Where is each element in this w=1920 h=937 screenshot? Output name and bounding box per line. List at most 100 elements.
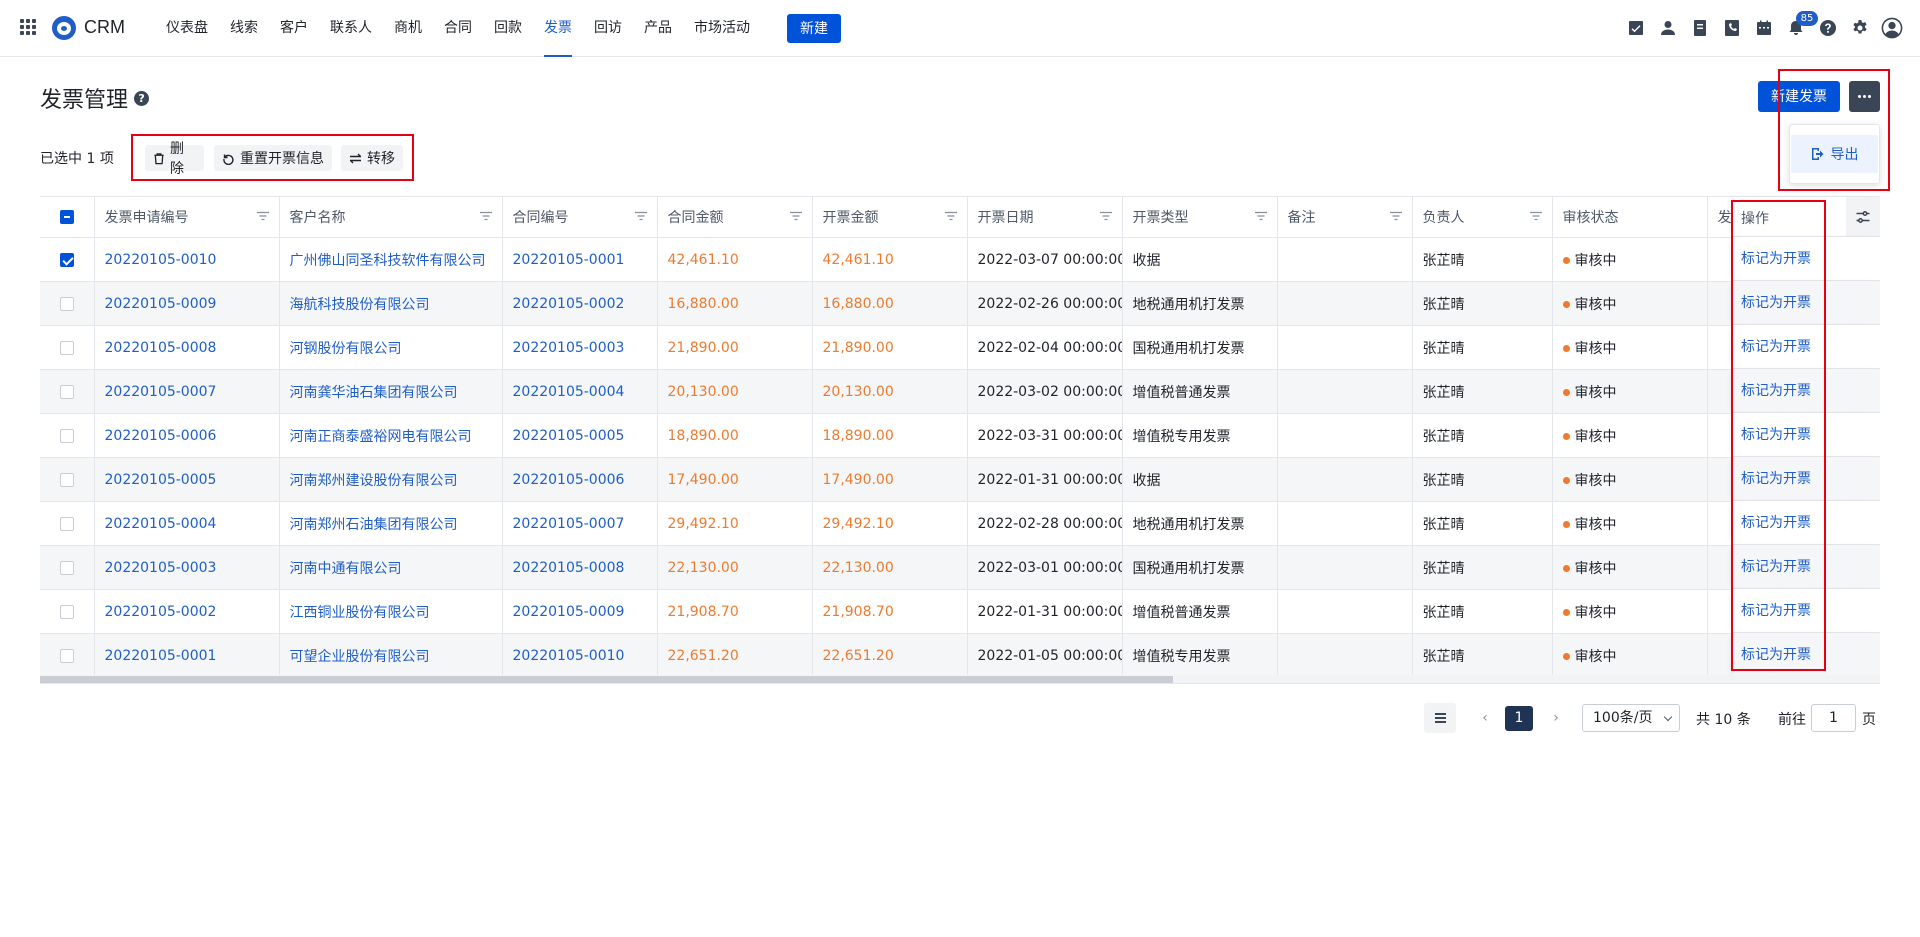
- column-header-invoice-type[interactable]: 开票类型: [1122, 196, 1278, 238]
- filter-icon[interactable]: [1099, 209, 1112, 225]
- bell-icon[interactable]: 85: [1780, 11, 1818, 42]
- invoice-id-link[interactable]: 20220105-0004: [94, 501, 280, 546]
- mark-invoiced-link[interactable]: 标记为开票: [1733, 633, 1880, 677]
- row-checkbox[interactable]: [59, 472, 74, 487]
- contract-link[interactable]: 20220105-0001: [502, 237, 658, 282]
- delete-button[interactable]: 删除: [145, 141, 204, 177]
- row-checkbox[interactable]: [59, 648, 74, 663]
- column-header-customer-name[interactable]: 客户名称: [279, 196, 503, 238]
- table-row[interactable]: 20220105-0007 河南龚华油石集团有限公司 20220105-0004 20…: [40, 369, 1880, 414]
- more-actions-button[interactable]: [1849, 81, 1880, 112]
- row-checkbox-cell[interactable]: [40, 237, 95, 282]
- column-header-review-status[interactable]: 审核状态: [1552, 196, 1708, 238]
- row-checkbox-cell[interactable]: [40, 589, 95, 634]
- prev-page-button[interactable]: ‹: [1475, 708, 1495, 728]
- row-checkbox-cell[interactable]: [40, 281, 95, 326]
- nav-item-3[interactable]: 联系人: [319, 0, 383, 57]
- contract-link[interactable]: 20220105-0007: [502, 501, 658, 546]
- customer-link[interactable]: 河钢股份有限公司: [279, 325, 503, 370]
- page-size-select[interactable]: 100条/页: [1582, 704, 1680, 732]
- row-checkbox-cell[interactable]: [40, 413, 95, 458]
- reset-invoice-info-button[interactable]: 重置开票信息: [214, 145, 332, 171]
- column-header-contract-amount[interactable]: 合同金额: [657, 196, 813, 238]
- create-invoice-button[interactable]: 新建发票: [1758, 81, 1840, 112]
- column-settings-button[interactable]: [1846, 197, 1880, 236]
- nav-item-5[interactable]: 合同: [433, 0, 483, 57]
- question-icon[interactable]: ?: [134, 90, 150, 106]
- customer-link[interactable]: 河南中通有限公司: [279, 545, 503, 590]
- horizontal-scrollbar-thumb[interactable]: [40, 676, 1173, 683]
- apps-grid-icon[interactable]: [20, 19, 36, 35]
- contract-link[interactable]: 20220105-0010: [502, 633, 658, 678]
- mark-invoiced-link[interactable]: 标记为开票: [1733, 501, 1880, 545]
- invoice-id-link[interactable]: 20220105-0001: [94, 633, 280, 678]
- nav-item-9[interactable]: 产品: [633, 0, 683, 57]
- customer-link[interactable]: 河南郑州石油集团有限公司: [279, 501, 503, 546]
- task-icon[interactable]: [1620, 14, 1652, 42]
- export-menu-item[interactable]: 导出: [1791, 135, 1878, 173]
- row-checkbox[interactable]: [59, 604, 74, 619]
- invoice-id-link[interactable]: 20220105-0009: [94, 281, 280, 326]
- mark-invoiced-link[interactable]: 标记为开票: [1733, 589, 1880, 633]
- table-row[interactable]: 20220105-0010 广州佛山同圣科技软件有限公司 20220105-0001…: [40, 237, 1880, 282]
- new-button[interactable]: 新建: [787, 14, 841, 43]
- filter-icon[interactable]: [944, 209, 957, 225]
- nav-item-4[interactable]: 商机: [383, 0, 433, 57]
- invoice-id-link[interactable]: 20220105-0005: [94, 457, 280, 502]
- mark-invoiced-link[interactable]: 标记为开票: [1733, 281, 1880, 325]
- mark-invoiced-link[interactable]: 标记为开票: [1733, 237, 1880, 281]
- help-icon[interactable]: [1812, 14, 1844, 42]
- invoice-id-link[interactable]: 20220105-0006: [94, 413, 280, 458]
- nav-item-7[interactable]: 发票: [533, 0, 583, 57]
- row-checkbox-cell[interactable]: [40, 325, 95, 370]
- current-page[interactable]: 1: [1505, 706, 1533, 731]
- filter-icon[interactable]: [634, 209, 647, 225]
- table-row[interactable]: 20220105-0002 江西铜业股份有限公司 20220105-0009 21,9…: [40, 589, 1880, 634]
- user-avatar-icon[interactable]: [1876, 14, 1908, 42]
- row-checkbox-cell[interactable]: [40, 501, 95, 546]
- table-row[interactable]: 20220105-0004 河南郑州石油集团有限公司 20220105-0007 29…: [40, 501, 1880, 546]
- contract-link[interactable]: 20220105-0005: [502, 413, 658, 458]
- contract-link[interactable]: 20220105-0002: [502, 281, 658, 326]
- next-page-button[interactable]: ›: [1546, 708, 1566, 728]
- customer-link[interactable]: 广州佛山同圣科技软件有限公司: [279, 237, 503, 282]
- gear-icon[interactable]: [1844, 14, 1876, 42]
- column-header-invoice-amount[interactable]: 开票金额: [812, 196, 968, 238]
- nav-item-8[interactable]: 回访: [583, 0, 633, 57]
- nav-item-10[interactable]: 市场活动: [683, 0, 761, 57]
- customer-link[interactable]: 海航科技股份有限公司: [279, 281, 503, 326]
- row-checkbox-cell[interactable]: [40, 457, 95, 502]
- select-all-checkbox[interactable]: [59, 210, 74, 224]
- column-header-contract-id[interactable]: 合同编号: [502, 196, 658, 238]
- customer-link[interactable]: 河南龚华油石集团有限公司: [279, 369, 503, 414]
- mark-invoiced-link[interactable]: 标记为开票: [1733, 545, 1880, 589]
- row-checkbox-cell[interactable]: [40, 545, 95, 590]
- nav-item-6[interactable]: 回款: [483, 0, 533, 57]
- column-header-invoice-date[interactable]: 开票日期: [967, 196, 1123, 238]
- row-checkbox[interactable]: [59, 428, 74, 443]
- customer-link[interactable]: 可望企业股份有限公司: [279, 633, 503, 678]
- contract-link[interactable]: 20220105-0009: [502, 589, 658, 634]
- mark-invoiced-link[interactable]: 标记为开票: [1733, 325, 1880, 369]
- customer-link[interactable]: 河南郑州建设股份有限公司: [279, 457, 503, 502]
- mark-invoiced-link[interactable]: 标记为开票: [1733, 369, 1880, 413]
- filter-icon[interactable]: [479, 209, 492, 225]
- row-checkbox[interactable]: [59, 296, 74, 311]
- nav-item-1[interactable]: 线索: [219, 0, 269, 57]
- filter-icon[interactable]: [256, 209, 269, 225]
- nav-item-0[interactable]: 仪表盘: [155, 0, 219, 57]
- invoice-id-link[interactable]: 20220105-0010: [94, 237, 280, 282]
- contract-link[interactable]: 20220105-0003: [502, 325, 658, 370]
- mark-invoiced-link[interactable]: 标记为开票: [1733, 413, 1880, 457]
- table-row[interactable]: 20220105-0005 河南郑州建设股份有限公司 20220105-0006 17…: [40, 457, 1880, 502]
- contract-link[interactable]: 20220105-0004: [502, 369, 658, 414]
- customer-link[interactable]: 河南正商泰盛裕网电有限公司: [279, 413, 503, 458]
- row-checkbox-cell[interactable]: [40, 369, 95, 414]
- column-header-note[interactable]: 备注: [1277, 196, 1413, 238]
- column-header-invoice-id[interactable]: 发票申请编号: [94, 196, 280, 238]
- contract-link[interactable]: 20220105-0008: [502, 545, 658, 590]
- filter-icon[interactable]: [1254, 209, 1267, 225]
- row-checkbox[interactable]: [59, 560, 74, 575]
- pagination-list-icon[interactable]: [1424, 703, 1456, 733]
- invoice-id-link[interactable]: 20220105-0003: [94, 545, 280, 590]
